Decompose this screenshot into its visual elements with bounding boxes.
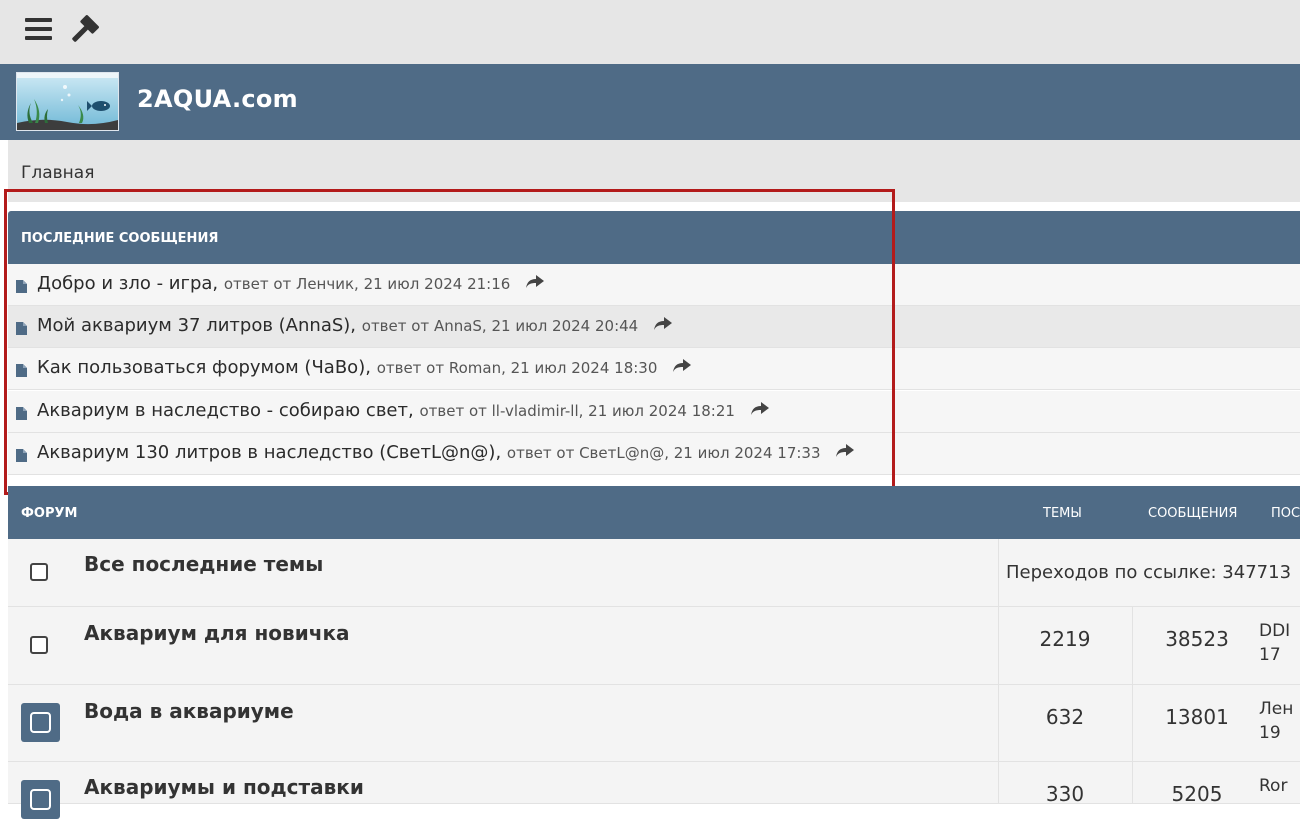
messages-count: 38523 <box>1165 627 1229 651</box>
forum-unread-checkbox-icon <box>21 703 60 742</box>
site-logo[interactable] <box>16 72 119 131</box>
forum-table-header: ФОРУМ ТЕМЫ СООБЩЕНИЯ ПОС <box>8 486 1300 539</box>
latest-post-meta: ответ от СветL@n@, 21 июл 2024 17:33 <box>506 444 821 462</box>
latest-post-item: Аквариум 130 литров в наследство (СветL@… <box>8 433 1300 475</box>
last-post-author[interactable]: Лен <box>1259 697 1293 721</box>
topics-count: 330 <box>1045 782 1085 806</box>
go-to-post-arrow-icon[interactable] <box>836 444 855 458</box>
hamburger-menu-icon[interactable] <box>25 18 52 40</box>
last-post-info: Ror <box>1259 774 1287 798</box>
latest-post-item: Добро и зло - игра, ответ от Ленчик, 21 … <box>8 264 1300 306</box>
go-to-post-arrow-icon[interactable] <box>653 317 672 331</box>
latest-post-meta: ответ от AnnaS, 21 июл 2024 20:44 <box>361 317 639 335</box>
last-post-author[interactable]: DDI <box>1259 619 1290 643</box>
latest-post-item: Как пользоваться форумом (ЧаВо), ответ о… <box>8 348 1300 390</box>
latest-post-meta: ответ от ll-vladimir-ll, 21 июл 2024 18:… <box>419 402 735 420</box>
forum-unread-checkbox-icon <box>30 563 48 581</box>
document-icon <box>16 449 27 462</box>
latest-posts-title: ПОСЛЕДНИЕ СООБЩЕНИЯ <box>21 231 219 246</box>
forum-row: Аквариумы и подставки 330 5205 Ror <box>8 762 1300 819</box>
topics-count: 2219 <box>1039 627 1091 651</box>
latest-posts-header: ПОСЛЕДНИЕ СООБЩЕНИЯ <box>8 211 1300 264</box>
latest-post-meta: ответ от Roman, 21 июл 2024 18:30 <box>376 359 658 377</box>
latest-post-title-link[interactable]: Как пользоваться форумом (ЧаВо) <box>37 357 365 378</box>
document-icon <box>16 322 27 335</box>
site-header: 2AQUA.com <box>0 64 1300 140</box>
forum-name-link[interactable]: Аквариум для новичка <box>84 621 350 645</box>
latest-post-item: Аквариум в наследство - собираю свет, от… <box>8 391 1300 433</box>
go-to-post-arrow-icon[interactable] <box>526 275 545 289</box>
gavel-icon[interactable] <box>66 12 102 48</box>
last-post-author[interactable]: Ror <box>1259 774 1287 798</box>
messages-count: 13801 <box>1165 705 1229 729</box>
latest-post-title-link[interactable]: Мой аквариум 37 литров (AnnaS) <box>37 315 350 336</box>
forum-column-header: ФОРУМ <box>21 506 78 521</box>
latest-posts-block: ПОСЛЕДНИЕ СООБЩЕНИЯ Добро и зло - игра, … <box>8 211 1300 476</box>
topics-count: 632 <box>1045 705 1085 729</box>
top-toolbar <box>0 0 1300 64</box>
last-post-info: DDI 17 <box>1259 619 1290 667</box>
last-post-date: 17 <box>1259 645 1281 665</box>
forum-name-link[interactable]: Аквариумы и подставки <box>84 775 364 799</box>
last-post-column-header: ПОС <box>1271 506 1300 521</box>
document-icon <box>16 280 27 293</box>
latest-post-meta: ответ от Ленчик, 21 июл 2024 21:16 <box>223 275 511 293</box>
breadcrumb: Главная <box>8 140 1300 202</box>
last-post-info: Лен 19 <box>1259 697 1293 745</box>
redirect-count: Переходов по ссылке: 347713 <box>1006 562 1292 583</box>
forum-name-link[interactable]: Все последние темы <box>84 552 323 576</box>
site-title[interactable]: 2AQUA.com <box>137 85 298 113</box>
go-to-post-arrow-icon[interactable] <box>750 402 769 416</box>
topics-column-header: ТЕМЫ <box>1043 506 1082 521</box>
forum-unread-checkbox-icon <box>30 636 48 654</box>
forum-row: Аквариум для новичка 2219 38523 DDI 17 <box>8 607 1300 685</box>
forum-row: Все последние темы Переходов по ссылке: … <box>8 539 1300 607</box>
latest-post-title-link[interactable]: Добро и зло - игра <box>37 273 212 294</box>
messages-column-header: СООБЩЕНИЯ <box>1148 506 1238 521</box>
latest-post-title-link[interactable]: Аквариум 130 литров в наследство (СветL@… <box>37 442 495 463</box>
last-post-date: 19 <box>1259 723 1281 743</box>
breadcrumb-home-link[interactable]: Главная <box>21 163 94 183</box>
latest-post-item: Мой аквариум 37 литров (AnnaS), ответ от… <box>8 306 1300 348</box>
document-icon <box>16 407 27 420</box>
forum-name-link[interactable]: Вода в аквариуме <box>84 699 294 723</box>
document-icon <box>16 364 27 377</box>
forum-unread-checkbox-icon <box>21 780 60 819</box>
forum-row: Вода в аквариуме 632 13801 Лен 19 <box>8 685 1300 762</box>
go-to-post-arrow-icon[interactable] <box>673 359 692 373</box>
messages-count: 5205 <box>1171 782 1223 806</box>
latest-post-title-link[interactable]: Аквариум в наследство - собираю свет <box>37 400 408 421</box>
